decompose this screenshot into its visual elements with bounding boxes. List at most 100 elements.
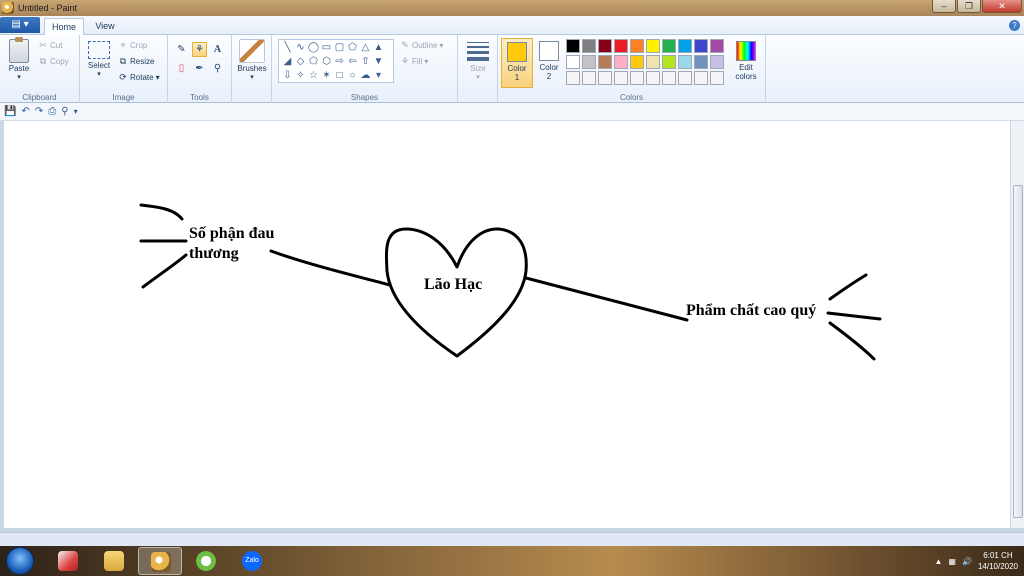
palette-swatch-2-1[interactable] [566,55,580,69]
palette-swatch-3-10[interactable] [710,71,724,85]
palette-swatch-1-8[interactable] [678,39,692,53]
undo-icon[interactable]: ↶ [21,106,29,117]
save-icon[interactable]: 💾 [4,106,16,117]
help-icon[interactable]: ? [1009,20,1020,31]
right-arrow-shape-icon[interactable]: ⇨ [333,55,346,69]
pencil-icon[interactable]: ✎ [174,42,189,57]
taskbar-paint[interactable] [138,547,182,575]
customize-toolbar-icon[interactable]: ▾ [74,107,78,116]
palette-swatch-3-7[interactable] [662,71,676,85]
four-point-star-shape-icon[interactable]: ✧ [294,69,307,83]
brushes-button[interactable]: Brushes ▾ [235,39,269,81]
palette-swatch-1-4[interactable] [614,39,628,53]
callout-oval-shape-icon[interactable]: ○ [346,69,359,83]
palette-swatch-2-6[interactable] [646,55,660,69]
drawing-canvas[interactable]: Số phận đau thương Lão Hạc Phẩm chất cao… [4,121,1010,528]
palette-swatch-1-3[interactable] [598,39,612,53]
size-button[interactable]: Size ▾ [462,38,494,81]
curve-shape-icon[interactable]: ∿ [294,41,307,55]
color2-selector[interactable]: Color 2 [533,38,565,88]
palette-swatch-1-7[interactable] [662,39,676,53]
down-arrow-shape-icon[interactable]: ⇩ [281,69,294,83]
palette-swatch-2-3[interactable] [598,55,612,69]
line-shape-icon[interactable]: ╲ [281,41,294,55]
vertical-scrollbar[interactable] [1010,121,1024,528]
rounded-rectangle-shape-icon[interactable]: ▢ [333,41,346,55]
select-button[interactable]: Select ▾ [84,39,114,78]
diamond-shape-icon[interactable]: ◇ [294,55,307,69]
maximize-button[interactable]: ❐ [957,0,981,13]
palette-swatch-2-8[interactable] [678,55,692,69]
tab-view[interactable]: View [88,18,122,36]
pentagon-shape-icon[interactable]: ⬠ [307,55,320,69]
tab-home[interactable]: Home [44,18,84,36]
eraser-icon[interactable]: ▯ [174,61,189,76]
polygon-shape-icon[interactable]: ⬠ [346,41,359,55]
palette-swatch-2-7[interactable] [662,55,676,69]
more-shapes-icon[interactable]: ▾ [372,69,385,83]
up-arrow-shape-icon[interactable]: ⇧ [359,55,372,69]
show-hidden-icons-icon[interactable]: ▲ [935,557,943,566]
palette-swatch-1-5[interactable] [630,39,644,53]
palette-swatch-2-9[interactable] [694,55,708,69]
fill-button[interactable]: ⚘ Fill ▾ [400,56,428,66]
redo-icon[interactable]: ↷ [35,106,43,117]
color1-selector[interactable]: Color 1 [501,38,533,88]
network-icon[interactable]: ▦ [948,557,956,566]
start-button[interactable] [6,547,34,575]
left-arrow-shape-icon[interactable]: ⇦ [346,55,359,69]
palette-swatch-3-1[interactable] [566,71,580,85]
color-picker-icon[interactable]: ✒ [192,61,207,76]
palette-swatch-1-6[interactable] [646,39,660,53]
vertical-scrollbar-thumb[interactable] [1013,185,1023,518]
palette-swatch-2-10[interactable] [710,55,724,69]
palette-swatch-2-2[interactable] [582,55,596,69]
copy-button[interactable]: ⧉ Copy [38,56,69,66]
triangle-shape-icon[interactable]: △ [359,41,372,55]
five-point-star-shape-icon[interactable]: ☆ [307,69,320,83]
palette-swatch-2-5[interactable] [630,55,644,69]
scroll-down-icon[interactable]: ▼ [372,55,385,69]
fill-bucket-icon[interactable]: ⚘ [192,42,207,57]
clock[interactable]: 6:01 CH 14/10/2020 [978,550,1018,572]
hexagon-shape-icon[interactable]: ⬡ [320,55,333,69]
text-tool-icon[interactable]: A [210,42,225,57]
cut-button[interactable]: ✂ Cut [38,40,62,50]
palette-swatch-2-4[interactable] [614,55,628,69]
volume-icon[interactable]: 🔊 [962,557,972,566]
taskbar-app-1[interactable] [46,547,90,575]
palette-swatch-3-8[interactable] [678,71,692,85]
taskbar-explorer[interactable] [92,547,136,575]
taskbar-zalo[interactable]: Zalo [230,547,274,575]
callout-rect-shape-icon[interactable]: □ [333,69,346,83]
paint-menu-button[interactable]: ▤ ▾ [0,17,40,33]
palette-swatch-3-5[interactable] [630,71,644,85]
zoom-icon[interactable]: ⚲ [61,106,68,117]
minimize-button[interactable]: – [932,0,956,13]
rotate-button[interactable]: ⟳ Rotate ▾ [118,72,159,82]
palette-swatch-3-3[interactable] [598,71,612,85]
palette-swatch-3-4[interactable] [614,71,628,85]
scroll-up-icon[interactable]: ▲ [372,41,385,55]
six-point-star-shape-icon[interactable]: ✶ [320,69,333,83]
paint-app-icon[interactable] [2,2,14,14]
outline-button[interactable]: ✎ Outline ▾ [400,40,443,50]
palette-swatch-1-9[interactable] [694,39,708,53]
paste-button[interactable]: Paste ▾ [4,37,34,81]
resize-button[interactable]: ⧉ Resize [118,56,155,66]
rectangle-shape-icon[interactable]: ▭ [320,41,333,55]
taskbar-app-4[interactable] [184,547,228,575]
shapes-gallery[interactable]: ╲ ∿ ◯ ▭ ▢ ⬠ △ ▲ ◢ ◇ ⬠ ⬡ ⇨ ⇦ ⇧ ▼ ⇩ ✧ ☆ ✶ … [278,39,394,83]
palette-swatch-1-2[interactable] [582,39,596,53]
close-button[interactable]: ✕ [982,0,1022,13]
right-triangle-shape-icon[interactable]: ◢ [281,55,294,69]
palette-swatch-1-1[interactable] [566,39,580,53]
crop-button[interactable]: ⌖ Crop [118,40,147,50]
callout-cloud-shape-icon[interactable]: ☁ [359,69,372,83]
palette-swatch-3-2[interactable] [582,71,596,85]
magnifier-icon[interactable]: ⚲ [210,61,225,76]
edit-colors-button[interactable]: Edit colors [729,38,763,88]
oval-shape-icon[interactable]: ◯ [307,41,320,55]
palette-swatch-3-9[interactable] [694,71,708,85]
palette-swatch-1-10[interactable] [710,39,724,53]
